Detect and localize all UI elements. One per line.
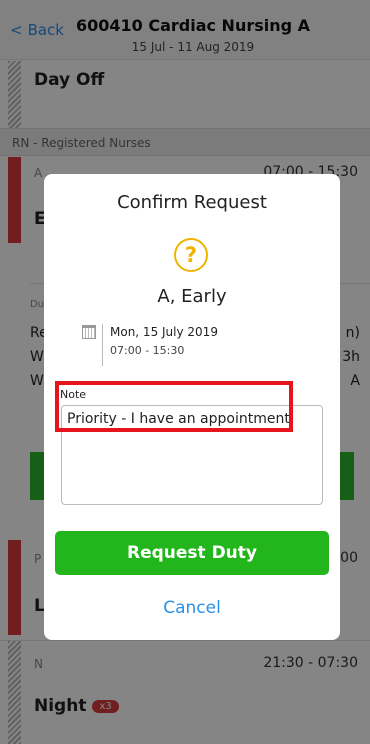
note-field[interactable]: Priority - I have an appointment [61, 405, 323, 505]
cancel-button[interactable]: Cancel [44, 598, 340, 618]
note-label: Note [60, 388, 87, 401]
question-icon: ? [174, 238, 208, 272]
request-duty-button[interactable]: Request Duty [55, 531, 329, 575]
dialog-title: Confirm Request [117, 192, 267, 213]
date-divider [102, 324, 103, 366]
calendar-icon [82, 325, 96, 339]
duty-name: A, Early [157, 286, 227, 307]
duty-date: Mon, 15 July 2019 [110, 325, 218, 339]
duty-time: 07:00 - 15:30 [110, 344, 185, 357]
confirm-request-dialog: Confirm Request ? A, Early Mon, 15 July … [44, 174, 340, 640]
